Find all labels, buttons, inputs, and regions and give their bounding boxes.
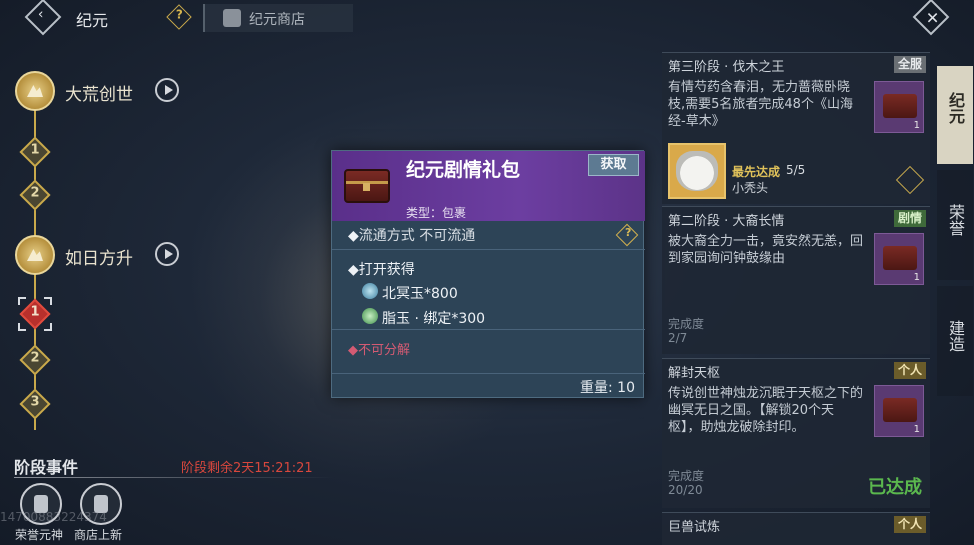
first-complete-label: 最先达成 — [732, 165, 781, 179]
stage-node[interactable]: 2 — [19, 179, 51, 211]
fat-jade-icon — [362, 308, 378, 324]
item-type: 类型：包裹 — [406, 206, 467, 220]
completed-status: 已达成 — [868, 477, 922, 498]
quest-card[interactable]: 巨兽试炼 个人 — [662, 512, 930, 545]
item-title: 纪元剧情礼包 — [406, 159, 521, 181]
stage-events-title: 阶段事件 — [14, 458, 79, 477]
question-icon[interactable]: ? — [615, 223, 639, 247]
reward-chest-icon[interactable]: 1 — [874, 233, 924, 285]
quest-desc: 传说创世神烛龙沉眠于天枢之下的幽冥无日之国。【解锁20个天枢】，助烛龙破除封印。 — [668, 386, 864, 435]
divider — [332, 329, 645, 330]
reward-item: 脂玉 · 绑定*300 — [382, 311, 486, 327]
reward-item: 北冥玉*800 — [382, 286, 458, 302]
tab-honor[interactable]: 荣誉 — [937, 170, 973, 280]
first-complete-count: 5/5 — [786, 163, 806, 177]
divider — [332, 249, 645, 250]
quest-title: 巨兽试炼 — [668, 520, 721, 535]
quest-title: 第三阶段 · 伐木之王 — [668, 60, 785, 75]
quest-tag: 个人 — [893, 516, 926, 533]
stage-time-left: 阶段剩余2天15:21:21 — [181, 461, 313, 476]
quest-desc: 被大裔全力一击，竟安然无恙，回到家园询问钟鼓缘由 — [668, 234, 864, 266]
tab-build[interactable]: 建造 — [937, 286, 973, 396]
divider — [14, 477, 334, 478]
avatar[interactable] — [668, 143, 726, 199]
shop-tab-label: 纪元商店 — [249, 12, 305, 28]
quest-tag: 个人 — [893, 362, 926, 379]
era-medal-icon[interactable] — [15, 235, 55, 275]
open-gain-title: ◆打开获得 — [348, 262, 415, 278]
reward-chest-icon[interactable]: 1 — [874, 81, 924, 133]
stage-node[interactable]: 2 — [19, 344, 51, 376]
quest-title: 解封天枢 — [668, 366, 721, 381]
item-tooltip: 纪元剧情礼包 获取 类型：包裹 ◆流通方式 不可流通 ? ◆打开获得 北冥玉*8… — [331, 150, 645, 398]
get-button[interactable]: 获取 — [588, 154, 639, 176]
divider — [332, 373, 645, 374]
quest-tag: 全服 — [893, 56, 926, 73]
era-name[interactable]: 如日方升 — [65, 244, 133, 269]
play-icon[interactable] — [155, 78, 179, 102]
back-icon: ‹ — [37, 6, 44, 23]
quest-card[interactable]: 解封天枢 个人 传说创世神烛龙沉眠于天枢之下的幽冥无日之国。【解锁20个天枢】，… — [662, 358, 930, 508]
first-complete-player: 小秃头 — [732, 181, 769, 195]
page-title: 纪元 — [76, 11, 109, 30]
era-name[interactable]: 大荒创世 — [65, 80, 133, 105]
quest-panel: 第三阶段 · 伐木之王 全服 有情芍药含春泪，无力蔷薇卧晓枝,需要5名旅者完成4… — [662, 52, 930, 545]
stage-node[interactable]: 3 — [19, 388, 51, 420]
item-weight: 重量: 10 — [580, 380, 635, 396]
north-jade-icon — [362, 283, 378, 299]
reward-chest-icon[interactable]: 1 — [874, 385, 924, 437]
quest-card[interactable]: 第二阶段 · 大裔长情 剧情 被大裔全力一击，竟安然无恙，回到家园询问钟鼓缘由 … — [662, 206, 930, 354]
list-icon[interactable] — [895, 165, 925, 195]
shop-tab[interactable]: 纪元商店 — [203, 4, 353, 32]
stage-node[interactable]: 1 — [19, 136, 51, 168]
top-bar: ‹ 纪元 ? 纪元商店 ✕ — [0, 0, 974, 36]
circulation-row: ◆流通方式 不可流通 — [348, 228, 476, 244]
progress-label: 完成度 — [668, 469, 705, 483]
play-icon[interactable] — [155, 242, 179, 266]
quest-card[interactable]: 第三阶段 · 伐木之王 全服 有情芍药含春泪，无力蔷薇卧晓枝,需要5名旅者完成4… — [662, 52, 930, 204]
close-icon: ✕ — [925, 8, 940, 28]
quest-tag: 剧情 — [893, 210, 926, 227]
chest-icon — [344, 169, 390, 203]
tab-era[interactable]: 纪元 — [937, 66, 973, 164]
era-medal-icon[interactable] — [15, 71, 55, 111]
no-decompose-text: ◆不可分解 — [348, 343, 411, 358]
honor-spirit-label: 荣誉元神 — [15, 528, 64, 542]
shop-new-label: 商店上新 — [74, 528, 123, 542]
back-button[interactable]: ‹ — [24, 0, 62, 36]
progress-label: 完成度 — [668, 317, 705, 331]
player-uid: 14700883224374 — [0, 510, 107, 524]
tooltip-header: 纪元剧情礼包 获取 类型：包裹 — [332, 151, 645, 221]
progress-value: 2/7 — [668, 331, 688, 345]
progress-value: 20/20 — [668, 483, 703, 497]
help-icon[interactable]: ? — [166, 4, 192, 30]
quest-title: 第二阶段 · 大裔长情 — [668, 214, 785, 229]
quest-desc: 有情芍药含春泪，无力蔷薇卧晓枝,需要5名旅者完成48个《山海经-草木》 — [668, 80, 853, 129]
timeline-line — [34, 108, 36, 240]
shop-icon — [223, 9, 241, 27]
close-button[interactable]: ✕ — [912, 0, 950, 36]
